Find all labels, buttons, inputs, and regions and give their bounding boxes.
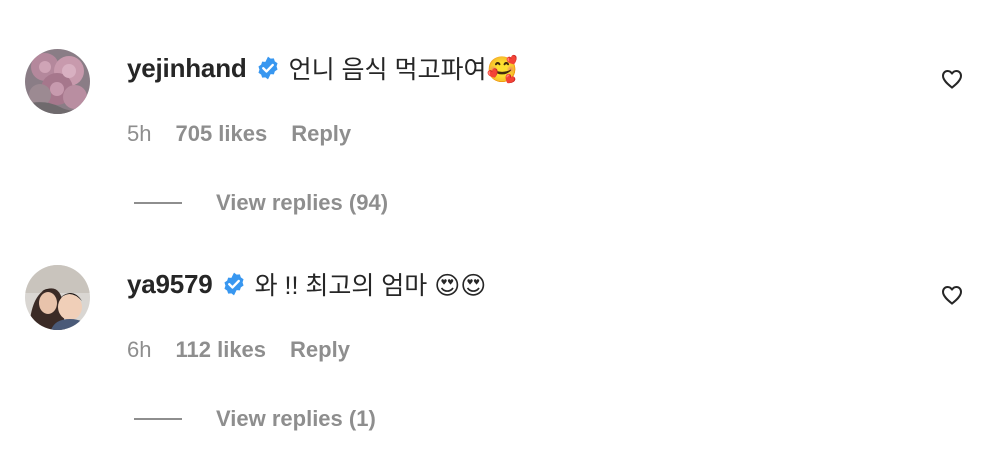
username-link[interactable]: ya9579 [127, 269, 213, 300]
view-replies-label: View replies (1) [216, 406, 376, 431]
reply-button[interactable]: Reply [291, 121, 351, 147]
view-replies-button[interactable]: View replies (94) [134, 189, 388, 217]
comment-item: ya9579 와 !! 최고의 엄마 😍😍 6h 112 likes Reply… [0, 216, 986, 432]
replies-divider-line [134, 418, 182, 420]
comment-text: 언니 음식 먹고파여🥰 [288, 56, 518, 84]
comment-text: 와 !! 최고의 엄마 😍😍 [254, 272, 487, 300]
likes-count-link[interactable]: 112 likes [175, 337, 266, 363]
view-replies-label: View replies (94) [216, 190, 389, 215]
view-replies-button[interactable]: View replies (1) [134, 405, 376, 433]
photo-avatar-image [25, 265, 90, 330]
avatar[interactable] [25, 49, 90, 114]
comment-meta: 6h 112 likes Reply [127, 336, 350, 364]
flower-avatar-image [25, 49, 90, 114]
username-link[interactable]: yejinhand [127, 53, 247, 84]
comment-list: yejinhand 언니 음식 먹고파여🥰 5h 705 likes Reply… [0, 0, 986, 461]
heart-outline-icon[interactable] [940, 67, 964, 91]
comment-meta: 5h 705 likes Reply [127, 120, 351, 148]
comment-body: yejinhand 언니 음식 먹고파여🥰 [127, 52, 518, 85]
timestamp: 6h [127, 337, 152, 362]
replies-divider-line [134, 202, 182, 204]
verified-badge-icon [221, 271, 247, 297]
reply-button[interactable]: Reply [290, 337, 350, 363]
likes-count-link[interactable]: 705 likes [175, 121, 267, 147]
heart-outline-icon[interactable] [940, 283, 964, 307]
verified-badge-icon [255, 55, 281, 81]
comment-item: yejinhand 언니 음식 먹고파여🥰 5h 705 likes Reply… [0, 0, 986, 216]
comment-body: ya9579 와 !! 최고의 엄마 😍😍 [127, 268, 487, 301]
avatar[interactable] [25, 265, 90, 330]
timestamp: 5h [127, 121, 152, 146]
